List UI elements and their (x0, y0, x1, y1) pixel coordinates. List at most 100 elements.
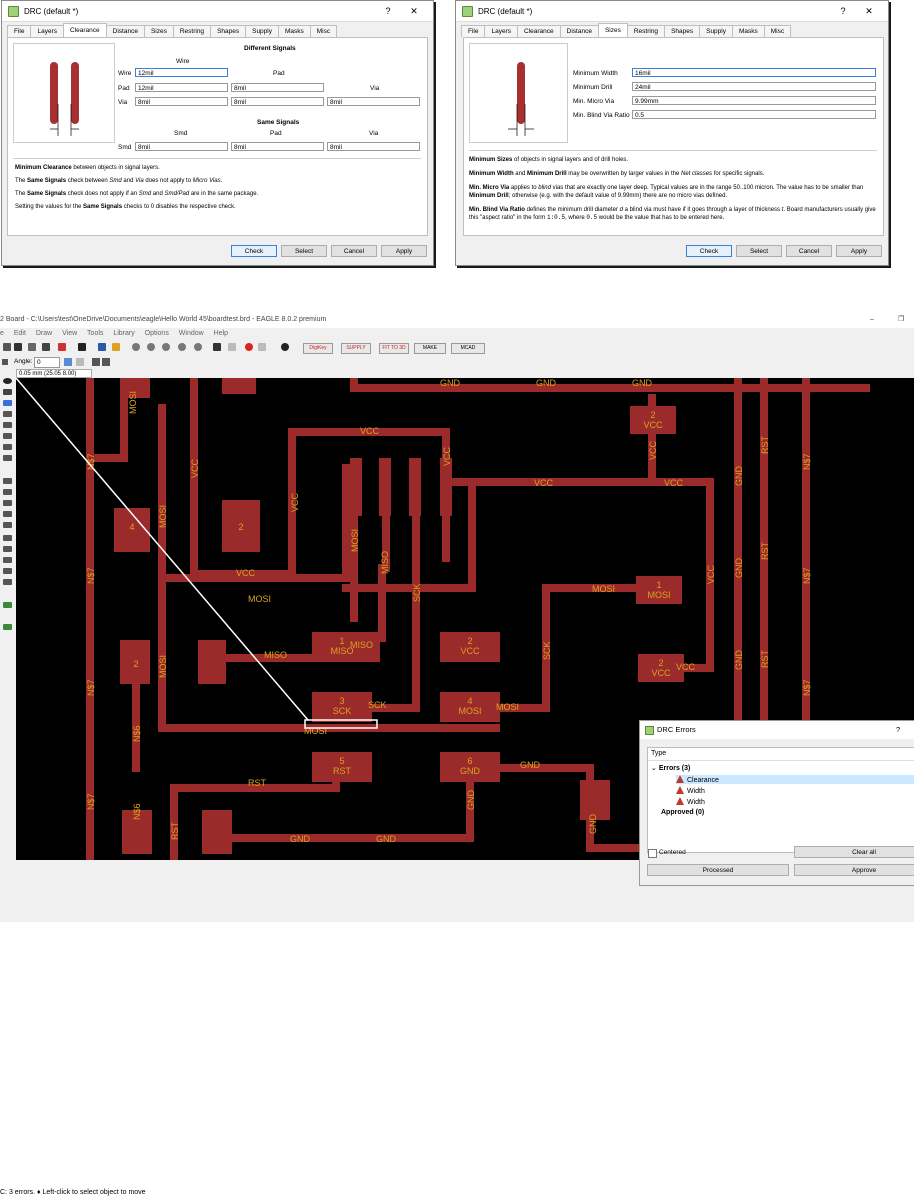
tab-supply[interactable]: Supply (699, 25, 733, 37)
arc-icon[interactable] (3, 546, 12, 552)
split-icon[interactable] (3, 478, 12, 484)
tab-file[interactable]: File (7, 25, 32, 37)
smd-pad-input[interactable]: 8mil (231, 142, 324, 151)
pad-pad-input[interactable]: 8mil (231, 83, 324, 92)
tab-sizes[interactable]: Sizes (597, 23, 628, 37)
tab-masks[interactable]: Masks (277, 25, 311, 37)
move-icon[interactable] (3, 400, 12, 406)
apply-button[interactable]: Apply (836, 245, 882, 257)
copy-icon[interactable] (3, 422, 12, 428)
tab-distance[interactable]: Distance (105, 25, 145, 37)
menu-edit[interactable]: Edit (14, 330, 26, 337)
tab-sizes[interactable]: Sizes (143, 25, 174, 37)
check-button[interactable]: Check (686, 245, 732, 257)
board-icon[interactable] (58, 343, 66, 351)
cancel-button[interactable]: Cancel (331, 245, 377, 257)
min-width-input[interactable]: 16mil (632, 68, 876, 77)
pad-wire-input[interactable]: 12mil (135, 83, 228, 92)
min-micro-via-input[interactable]: 9.99mm (632, 96, 876, 105)
group-icon[interactable] (3, 455, 12, 461)
tab-shapes[interactable]: Shapes (664, 25, 701, 37)
tab-file[interactable]: File (461, 25, 486, 37)
tab-shapes[interactable]: Shapes (210, 25, 247, 37)
restore-icon[interactable]: ❐ (898, 312, 904, 328)
menu-library[interactable]: Library (113, 330, 134, 337)
bend-style2-icon[interactable] (76, 358, 84, 366)
digikey-button[interactable]: DigiKey (303, 343, 333, 354)
menu-window[interactable]: Window (179, 330, 204, 337)
rotate-icon[interactable] (3, 411, 12, 417)
pad-gnd-2[interactable] (202, 810, 232, 854)
header-pin-3[interactable] (409, 458, 421, 516)
save-icon[interactable] (14, 343, 22, 351)
ratsnest-icon[interactable] (3, 602, 12, 608)
menu-draw[interactable]: Draw (36, 330, 52, 337)
polygon-icon[interactable] (3, 557, 12, 563)
autorouter-icon[interactable] (3, 624, 12, 630)
pad-top-mid[interactable] (222, 378, 256, 394)
via-via-input[interactable]: 8mil (327, 97, 420, 106)
smd-smd-input[interactable]: 8mil (135, 142, 228, 151)
hole-icon[interactable] (3, 579, 12, 585)
zoom-out-icon[interactable] (162, 343, 170, 351)
tab-layers[interactable]: Layers (30, 25, 64, 37)
help-icon[interactable] (281, 343, 289, 351)
tab-supply[interactable]: Supply (245, 25, 279, 37)
select-button[interactable]: Select (281, 245, 327, 257)
via-icon[interactable] (3, 568, 12, 574)
error-item-width[interactable]: Width (676, 786, 705, 795)
menu-file[interactable]: e (0, 330, 4, 337)
header-pin-2[interactable] (379, 458, 391, 516)
library-icon[interactable] (78, 343, 86, 351)
zoom-fit-icon[interactable] (132, 343, 140, 351)
help-button[interactable]: ? (830, 6, 856, 16)
tab-layers[interactable]: Layers (484, 25, 518, 37)
tab-misc[interactable]: Misc (309, 25, 338, 37)
approved-group[interactable]: Approved (0) (661, 809, 704, 816)
min-drill-input[interactable]: 24mil (632, 82, 876, 91)
grid2-icon[interactable] (102, 358, 110, 366)
menu-help[interactable]: Help (214, 330, 228, 337)
cam-icon[interactable] (42, 343, 50, 351)
menu-options[interactable]: Options (145, 330, 169, 337)
approve-button[interactable]: Approve (794, 864, 914, 876)
help-button[interactable]: ? (375, 6, 401, 16)
tab-restring[interactable]: Restring (172, 25, 212, 37)
wire-wire-input[interactable]: 12mil (135, 68, 228, 77)
minimize-icon[interactable]: – (870, 312, 874, 328)
min-blind-via-ratio-input[interactable]: 0.5 (632, 110, 876, 119)
ripup-icon[interactable] (3, 500, 12, 506)
wrench-icon[interactable] (3, 433, 12, 439)
menu-tools[interactable]: Tools (87, 330, 103, 337)
help-button[interactable]: ? (896, 721, 900, 739)
processed-button[interactable]: Processed (647, 864, 789, 876)
wire-icon[interactable] (3, 511, 12, 517)
close-button[interactable]: ✕ (401, 6, 427, 17)
centered-checkbox[interactable] (648, 849, 657, 858)
angle-select[interactable]: 0 (34, 357, 60, 368)
zoom-in-icon[interactable] (147, 343, 155, 351)
eye-icon[interactable] (3, 378, 12, 384)
zoom-select-icon[interactable] (178, 343, 186, 351)
make-button[interactable]: MAKE (414, 343, 446, 354)
menu-view[interactable]: View (62, 330, 77, 337)
cancel-button[interactable]: Cancel (786, 245, 832, 257)
open-icon[interactable] (3, 343, 11, 351)
pad-miso-1-left[interactable] (198, 640, 226, 684)
bend-icon[interactable] (3, 522, 12, 528)
redraw-icon[interactable] (194, 343, 202, 351)
script-icon[interactable] (98, 343, 106, 351)
apply-button[interactable]: Apply (381, 245, 427, 257)
print-icon[interactable] (28, 343, 36, 351)
tab-clearance[interactable]: Clearance (517, 25, 561, 37)
pad-gnd-1[interactable] (580, 780, 610, 820)
tab-misc[interactable]: Misc (763, 25, 792, 37)
layer-icon[interactable] (2, 359, 8, 365)
type-column-header[interactable]: Type (651, 750, 666, 757)
via-wire-input[interactable]: 8mil (135, 97, 228, 106)
grid-icon[interactable] (92, 358, 100, 366)
mcad-button[interactable]: MCAD (451, 343, 485, 354)
tab-masks[interactable]: Masks (731, 25, 765, 37)
route-icon[interactable] (3, 489, 12, 495)
supply-button[interactable]: SUPPLY (341, 343, 371, 354)
